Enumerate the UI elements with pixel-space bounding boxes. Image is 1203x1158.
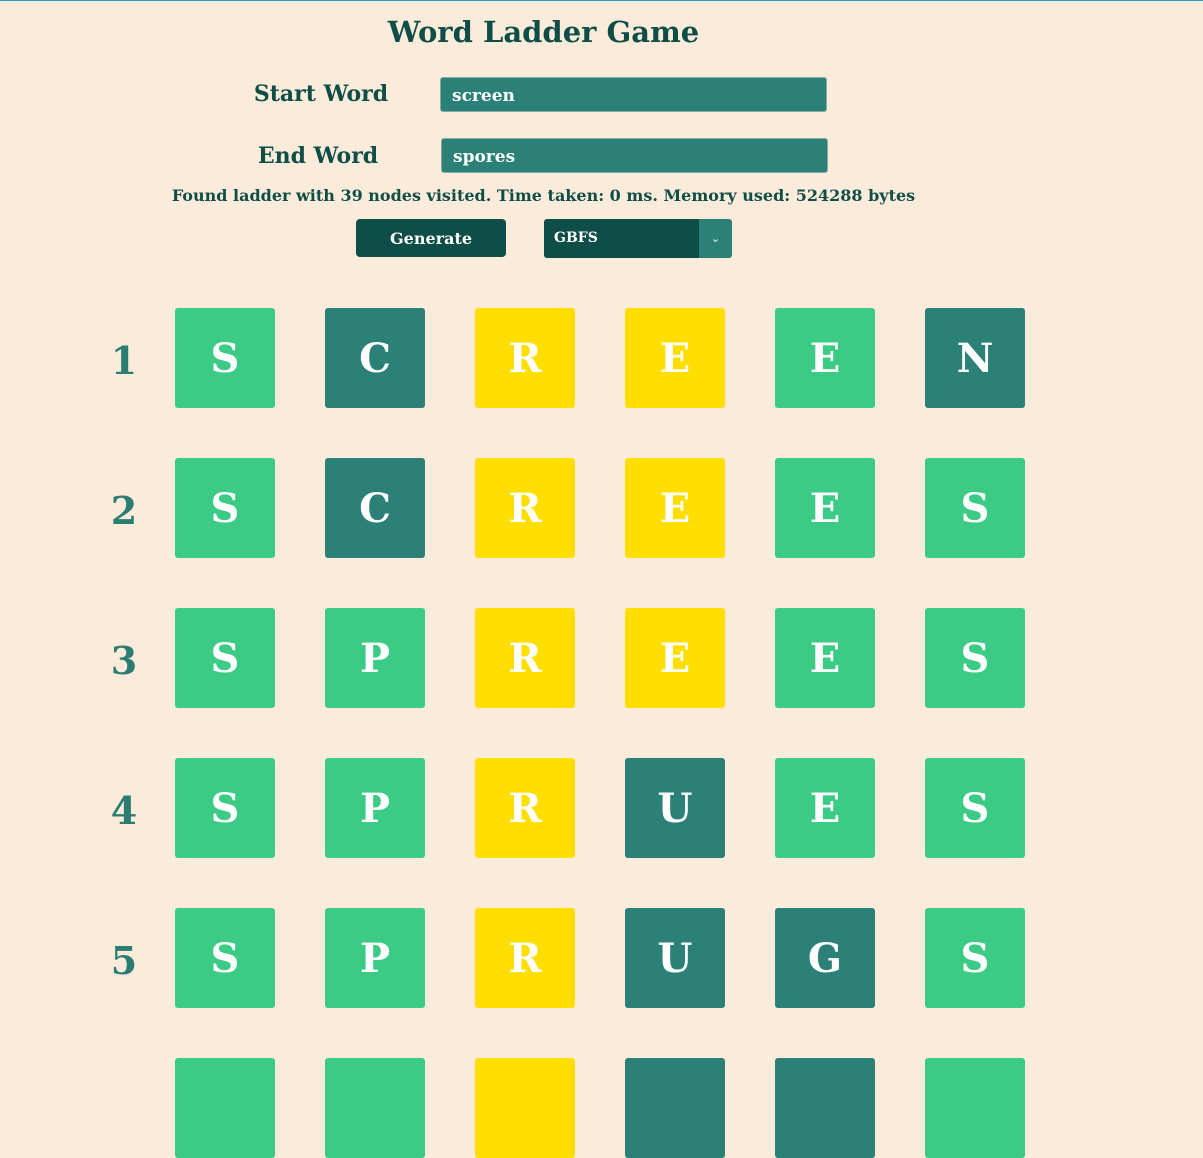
letter-tile: E bbox=[625, 608, 725, 708]
row-number: 2 bbox=[110, 488, 138, 533]
letter-tile: P bbox=[325, 758, 425, 858]
chevron-down-icon[interactable]: ⌄ bbox=[699, 219, 732, 258]
letter-tile: C bbox=[325, 308, 425, 408]
letter-tile bbox=[625, 1058, 725, 1158]
letter-tile: U bbox=[625, 758, 725, 858]
letter-tile: E bbox=[775, 458, 875, 558]
letter-tile: E bbox=[625, 458, 725, 558]
letter-tile: S bbox=[175, 458, 275, 558]
letter-tile: E bbox=[775, 608, 875, 708]
letter-tile: U bbox=[625, 908, 725, 1008]
letter-tile: E bbox=[775, 308, 875, 408]
generate-button[interactable]: Generate bbox=[356, 219, 506, 257]
letter-tile: S bbox=[925, 908, 1025, 1008]
letter-tile bbox=[325, 1058, 425, 1158]
letter-tile: S bbox=[175, 608, 275, 708]
letter-tile: C bbox=[325, 458, 425, 558]
letter-tile: R bbox=[475, 908, 575, 1008]
row-number: 3 bbox=[110, 638, 138, 683]
letter-tile: E bbox=[625, 308, 725, 408]
letter-tile: R bbox=[475, 458, 575, 558]
letter-tile: S bbox=[925, 608, 1025, 708]
letter-tile: S bbox=[925, 458, 1025, 558]
end-word-label: End Word bbox=[257, 143, 379, 169]
start-word-label: Start Word bbox=[253, 81, 389, 107]
letter-tile bbox=[175, 1058, 275, 1158]
row-number: 5 bbox=[110, 938, 138, 983]
letter-tile: S bbox=[175, 308, 275, 408]
letter-tile: R bbox=[475, 608, 575, 708]
letter-tile bbox=[775, 1058, 875, 1158]
algorithm-selected-value: GBFS bbox=[544, 219, 699, 258]
letter-tile: S bbox=[175, 758, 275, 858]
start-word-input[interactable] bbox=[440, 77, 827, 112]
algorithm-select[interactable]: GBFS ⌄ bbox=[544, 219, 732, 258]
letter-tile: E bbox=[775, 758, 875, 858]
end-word-input[interactable] bbox=[441, 138, 828, 173]
status-message: Found ladder with 39 nodes visited. Time… bbox=[171, 186, 916, 205]
letter-tile: S bbox=[175, 908, 275, 1008]
letter-tile bbox=[475, 1058, 575, 1158]
row-number: 1 bbox=[110, 338, 138, 383]
letter-tile: P bbox=[325, 908, 425, 1008]
row-number: 4 bbox=[110, 788, 138, 833]
letter-tile: N bbox=[925, 308, 1025, 408]
letter-tile: R bbox=[475, 758, 575, 858]
letter-tile: P bbox=[325, 608, 425, 708]
letter-tile bbox=[925, 1058, 1025, 1158]
letter-tile: S bbox=[925, 758, 1025, 858]
letter-tile: R bbox=[475, 308, 575, 408]
page-title: Word Ladder Game bbox=[387, 15, 700, 49]
letter-tile: G bbox=[775, 908, 875, 1008]
